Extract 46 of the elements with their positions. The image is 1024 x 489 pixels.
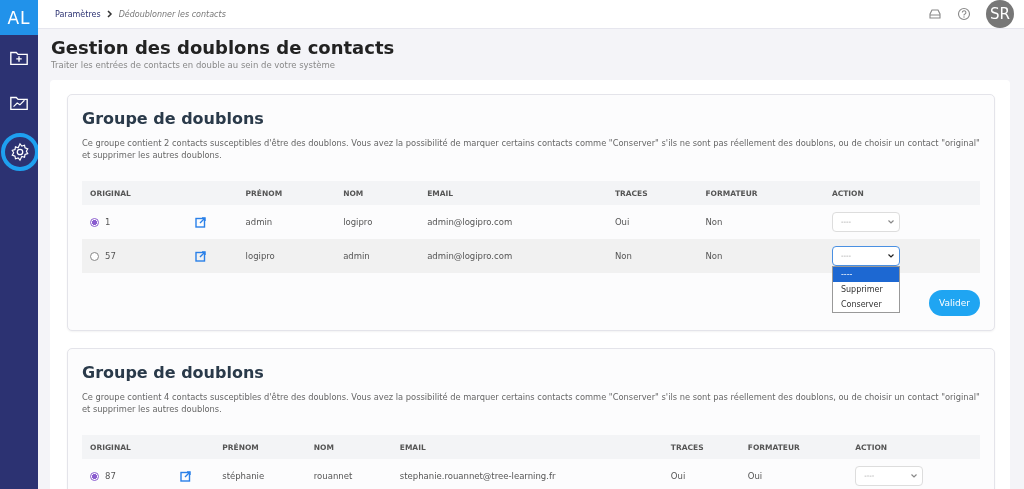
settings-icon	[10, 142, 30, 162]
edit-icon[interactable]	[179, 470, 191, 482]
page-subtitle: Traiter les entrées de contacts en double au sein de votre système	[51, 60, 337, 70]
breadcrumb-current: Dédoublonner les contacts	[118, 9, 226, 19]
table-cell: Oui	[614, 217, 630, 227]
inbox-icon[interactable]	[928, 7, 942, 21]
help-icon[interactable]	[957, 7, 971, 21]
dropdown-option[interactable]: Supprimer	[832, 282, 899, 297]
table-cell: Non	[705, 217, 723, 227]
group-title: Groupe de doublons	[82, 109, 265, 128]
table-cell: logipro	[343, 217, 373, 227]
dropdown-option[interactable]: Conserver	[832, 297, 899, 312]
edit-icon[interactable]	[195, 216, 207, 228]
sidebar-item[interactable]	[1, 133, 39, 171]
table-cell: rouannet	[313, 471, 353, 481]
table-cell: Oui	[670, 471, 686, 481]
breadcrumb-link[interactable]: Paramètres	[55, 9, 101, 19]
table-cell: 1	[105, 217, 111, 227]
edit-icon[interactable]	[195, 250, 207, 262]
table-cell: 57	[105, 251, 116, 261]
table-cell: logipro	[245, 251, 275, 261]
table-cell: Non	[705, 251, 723, 261]
dropdown-option[interactable]: ----	[832, 267, 899, 282]
table-cell: Non	[614, 251, 632, 261]
table-cell: stéphanie	[222, 471, 265, 481]
chevron-right-icon	[106, 10, 113, 18]
caret-icon	[887, 254, 894, 258]
radio-button[interactable]	[90, 218, 99, 227]
table-cell: Oui	[747, 471, 763, 481]
group-description: Ce groupe contient 2 contacts susceptibles d'être des doublons. Vous avez la possibilité de marquer certains contacts comme "Conserver" s'ils ne sont pas réellement des doublons, ou de choisir un contact "original" et supprimer les autres doublons.	[82, 137, 980, 161]
radio-button[interactable]	[90, 252, 99, 261]
validate-button[interactable]: Valider	[929, 290, 980, 316]
user-avatar[interactable]: SR	[986, 0, 1014, 28]
radio-button[interactable]	[90, 472, 99, 481]
table-cell: admin	[343, 251, 370, 261]
table-cell: admin	[245, 217, 273, 227]
table-cell: admin@logipro.com	[427, 251, 513, 261]
table-cell: admin@logipro.com	[427, 217, 513, 227]
group-description: Ce groupe contient 4 contacts susceptibles d'être des doublons. Vous avez la possibilité de marquer certains contacts comme "Conserver" s'ils ne sont pas réellement des doublons, ou de choisir un contact "original" et supprimer les autres doublons.	[82, 391, 980, 415]
caret-icon	[911, 474, 918, 478]
logo[interactable]: AL	[0, 0, 38, 35]
table-cell: stephanie.rouannet@tree-learning.fr	[399, 471, 556, 481]
caret-icon	[887, 220, 894, 224]
table-cell: 87	[105, 471, 116, 481]
group-title: Groupe de doublons	[82, 363, 265, 382]
page-title: Gestion des doublons de contacts	[51, 37, 396, 58]
